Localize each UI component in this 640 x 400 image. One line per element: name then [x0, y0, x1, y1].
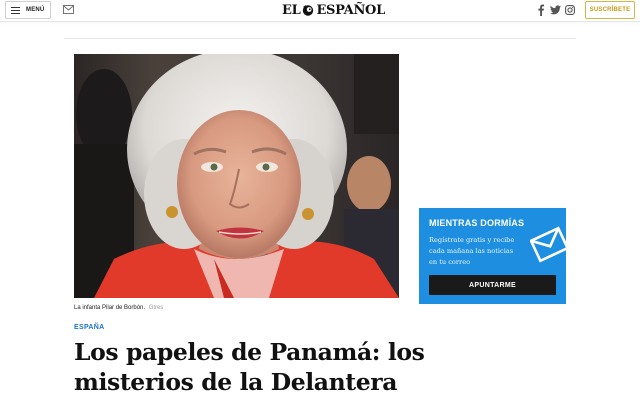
envelope-icon — [530, 226, 566, 263]
headline-line-1: Los papeles de Panamá: los — [74, 338, 425, 366]
hamburger-icon — [11, 6, 20, 14]
newsletter-text: Regístrate gratis y recibe cada mañana l… — [429, 236, 515, 266]
image-credit: Gtres — [148, 305, 164, 311]
caption-text: La infanta Pilar de Borbón. — [74, 305, 146, 311]
menu-label: MENÚ — [26, 7, 45, 13]
site-logo[interactable]: EL ESPAÑOL — [282, 2, 385, 18]
lion-logo-icon — [303, 5, 314, 16]
subscribe-button[interactable]: SUSCRÍBETE — [585, 1, 635, 19]
facebook-icon[interactable] — [537, 4, 545, 16]
article-headline[interactable]: Los papeles de Panamá: los misterios de … — [74, 337, 425, 397]
portrait-photo — [74, 54, 399, 298]
newsletter-title: MIENTRAS DORMÍAS — [429, 218, 525, 228]
section-label[interactable]: ESPAÑA — [74, 324, 104, 331]
menu-button[interactable]: MENÚ — [5, 1, 51, 19]
headline-line-2: misterios de la Delantera — [74, 368, 398, 396]
mail-icon[interactable] — [63, 5, 74, 14]
instagram-icon[interactable] — [565, 4, 575, 16]
logo-text-el: EL — [282, 2, 301, 18]
subscribe-newsletter-button[interactable]: APUNTARME — [429, 275, 556, 295]
top-header: MENÚ EL ESPAÑOL SUSCRÍBETE — [0, 0, 640, 22]
image-caption: La infanta Pilar de Borbón. Gtres — [74, 305, 163, 311]
page: MENÚ EL ESPAÑOL SUSCRÍBETE La infanta Pi… — [0, 0, 640, 400]
logo-text-espanol: ESPAÑOL — [316, 2, 385, 18]
twitter-icon[interactable] — [550, 4, 561, 16]
header-divider — [64, 38, 576, 39]
article-image[interactable] — [74, 54, 399, 298]
